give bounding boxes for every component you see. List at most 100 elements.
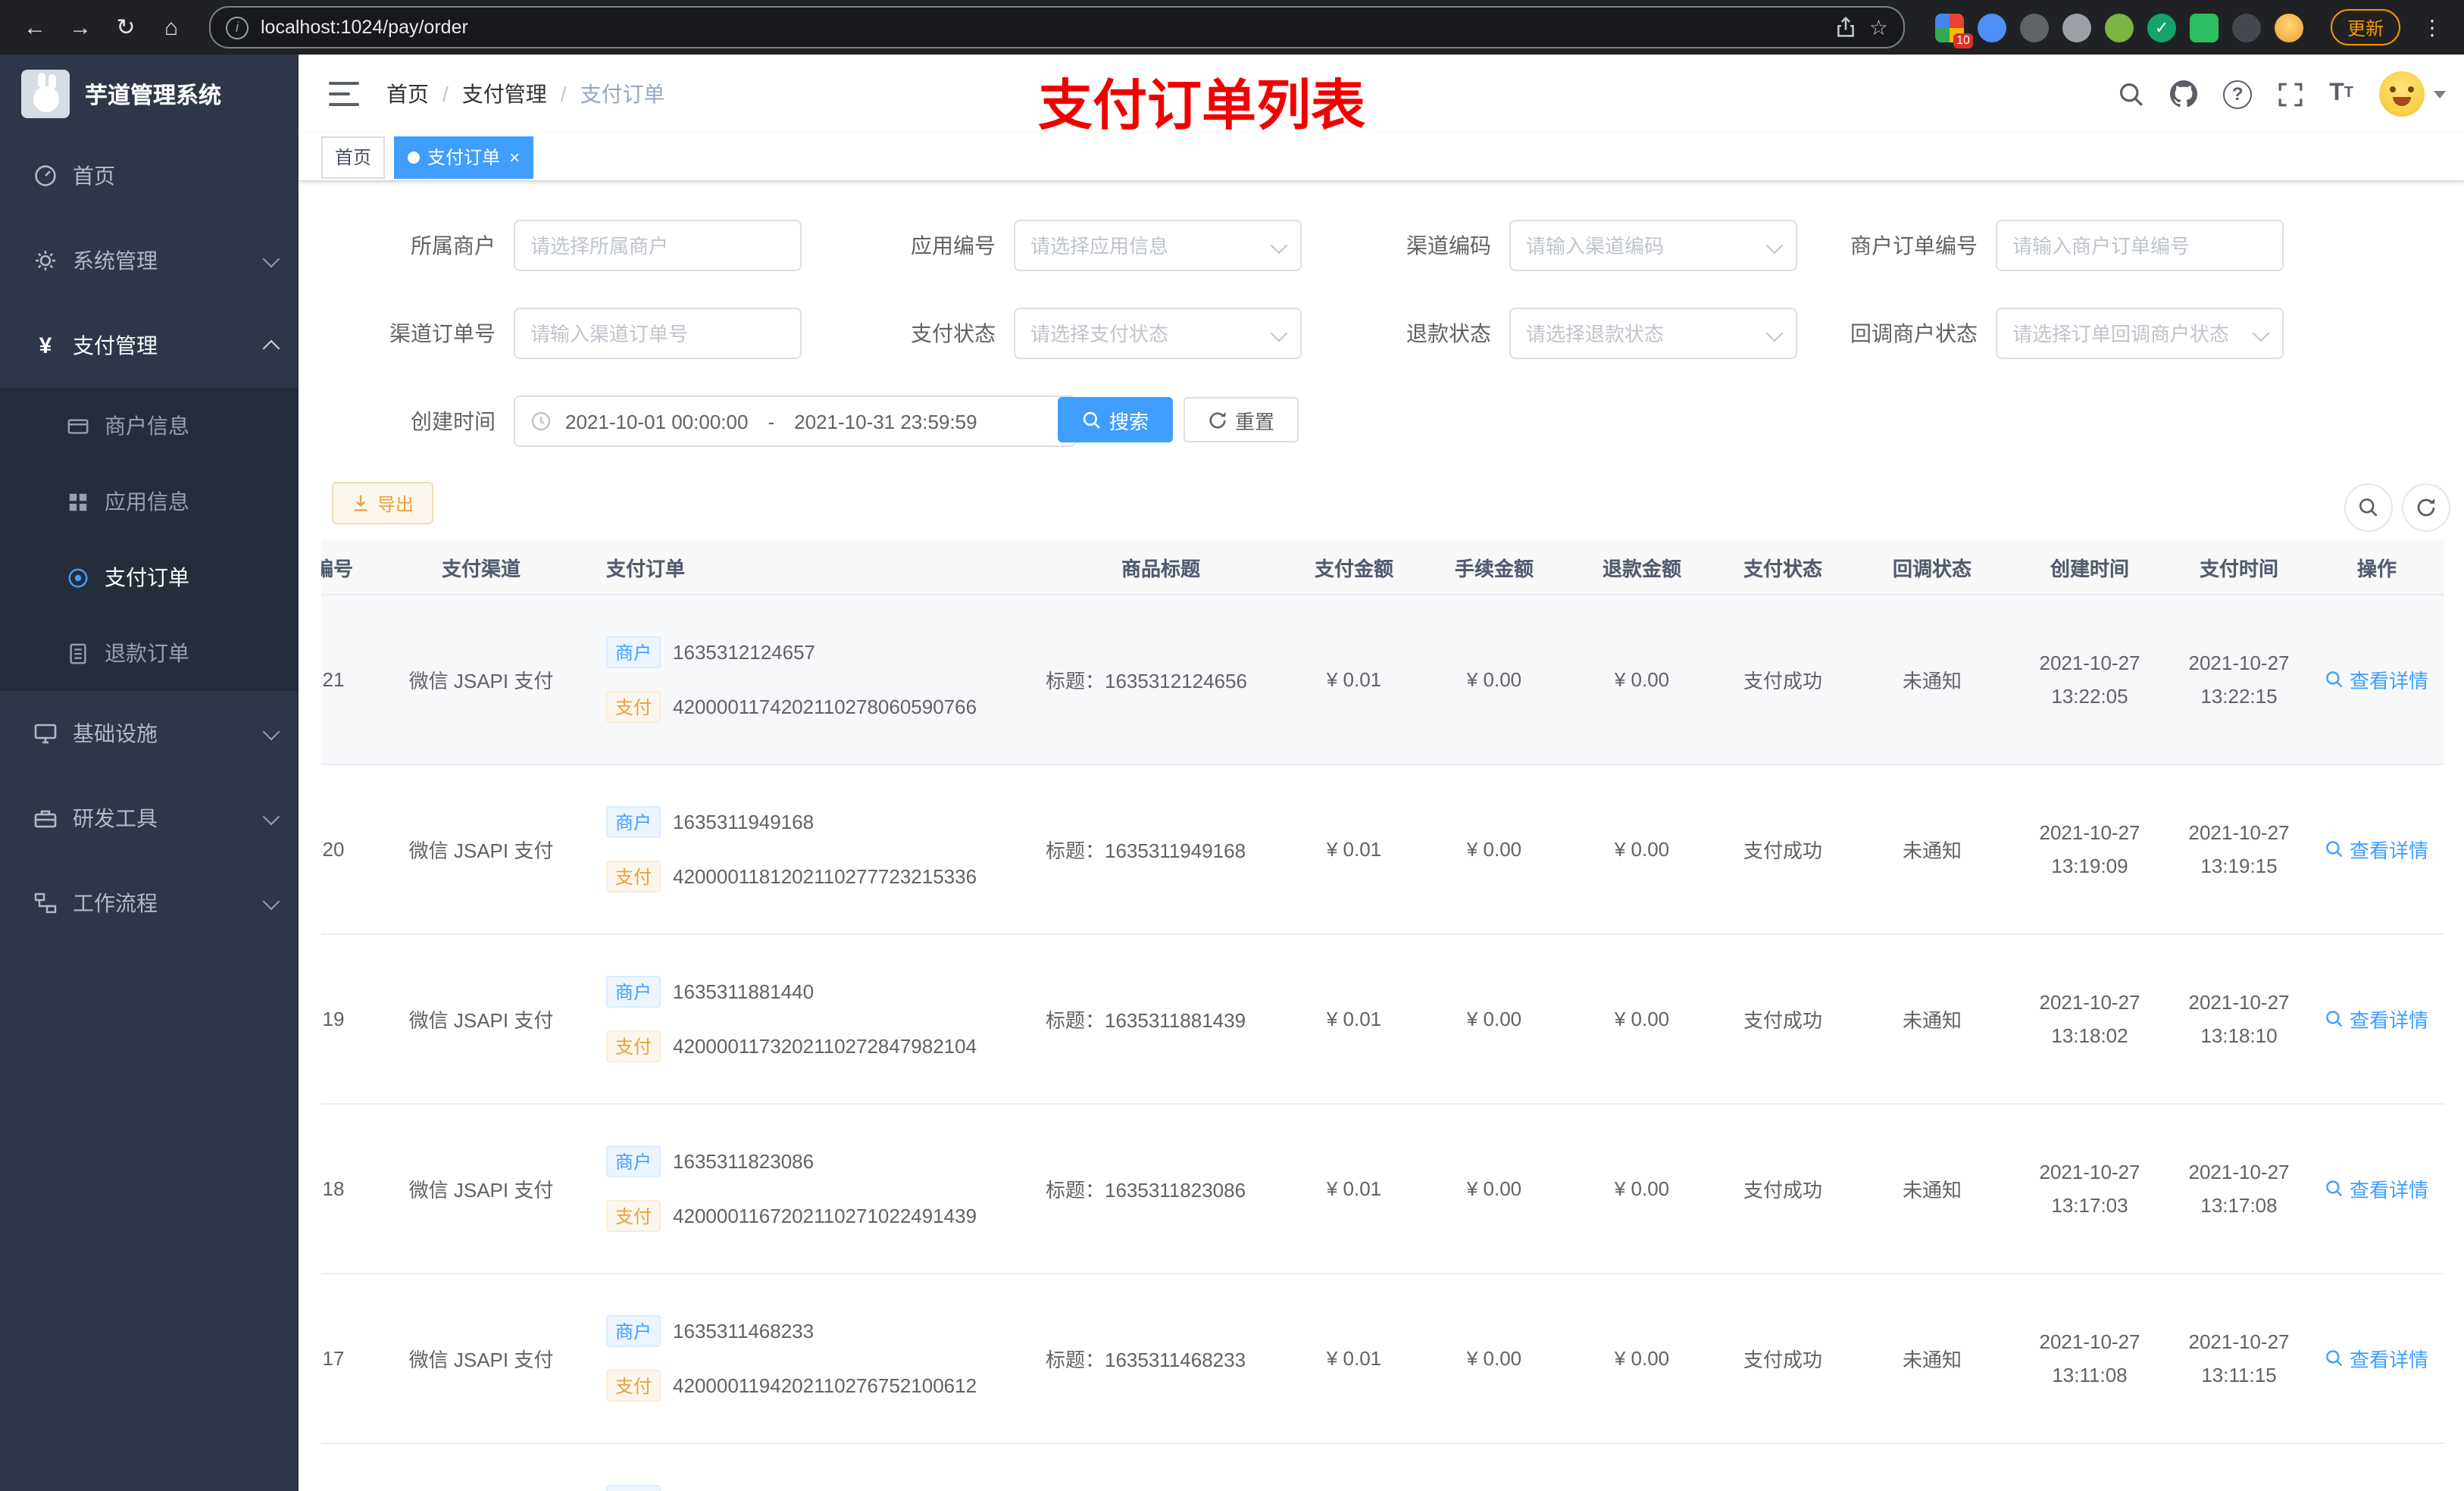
refund-status-select[interactable] <box>1509 308 1797 359</box>
toggle-search-button[interactable] <box>2344 483 2393 532</box>
sidebar-item-refund-order[interactable]: 退款订单 <box>0 615 299 691</box>
sidebar-item-devtools[interactable]: 研发工具 <box>0 776 299 861</box>
merchant-select[interactable] <box>514 220 802 271</box>
reset-button[interactable]: 重置 <box>1184 397 1299 442</box>
sidebar-item-workflow[interactable]: 工作流程 <box>0 861 299 946</box>
merchant-order-field[interactable] <box>1996 220 2284 271</box>
font-size-icon[interactable]: TT <box>2329 81 2353 106</box>
create-time-label: 创建时间 <box>411 409 496 433</box>
sidebar: 芋道管理系统 首页 系统管理 ¥ 支付管理 商户信息 应用信息 支付订单 退款订… <box>0 55 299 1491</box>
merchant-input[interactable] <box>515 234 800 257</box>
share-icon[interactable] <box>1836 17 1857 38</box>
cell-pay-amount: ¥ 0.01 <box>1291 934 1417 1105</box>
view-detail-link[interactable]: 查看详情 <box>2325 1174 2428 1203</box>
browser-update-button[interactable]: 更新 <box>2330 9 2400 45</box>
refund-status-label: 退款状态 <box>1406 321 1491 345</box>
search-button[interactable]: 搜索 <box>1058 397 1174 442</box>
bookmark-star-icon[interactable]: ☆ <box>1869 14 1888 40</box>
monitor-icon <box>33 721 58 746</box>
channel-code-input[interactable] <box>1511 234 1796 257</box>
browser-forward-button[interactable]: → <box>61 8 100 47</box>
address-bar[interactable]: i localhost:1024/pay/order ☆ <box>209 6 1905 48</box>
user-avatar[interactable] <box>2379 71 2446 117</box>
breadcrumb: 首页 / 支付管理 / 支付订单 <box>386 79 665 109</box>
col-refund-amount: 退款金额 <box>1571 539 1712 595</box>
merchant-order-input[interactable] <box>1997 234 2282 257</box>
col-create-time: 创建时间 <box>2011 539 2169 595</box>
app-input[interactable] <box>1015 234 1300 257</box>
sidebar-item-pay-order[interactable]: 支付订单 <box>0 539 299 615</box>
pay-status-input[interactable] <box>1015 322 1300 345</box>
breadcrumb-section[interactable]: 支付管理 <box>462 79 547 109</box>
notify-status-input[interactable] <box>1997 322 2282 345</box>
cell-fee-amount: ¥ 0.00 <box>1417 764 1571 935</box>
tab-home[interactable]: 首页 <box>321 136 386 178</box>
export-button[interactable]: 导出 <box>332 482 434 524</box>
breadcrumb-home[interactable]: 首页 <box>386 79 429 109</box>
extension-icon-chat[interactable] <box>2189 13 2219 42</box>
tab-pay-order[interactable]: 支付订单 × <box>394 136 534 178</box>
extension-icon-dark[interactable] <box>2019 13 2049 42</box>
cell-create-time: 2021-10-27 13:18:02 <box>2011 934 2169 1105</box>
cell-pay-amount: ¥ 0.01 <box>1291 1104 1417 1274</box>
channel-code-label: 渠道编码 <box>1406 233 1491 258</box>
cell-pay-status: 支付成功 <box>1712 1104 1853 1274</box>
cell-pay-amount: ¥ 0.01 <box>1291 1274 1417 1444</box>
view-detail-link[interactable]: 查看详情 <box>2325 665 2428 694</box>
close-icon[interactable]: × <box>509 148 520 166</box>
browser-reload-button[interactable]: ↻ <box>106 8 145 47</box>
sidebar-item-home[interactable]: 首页 <box>0 133 299 218</box>
browser-home-button[interactable]: ⌂ <box>152 8 191 47</box>
pay-badge: 支付 <box>606 861 661 892</box>
refresh-button[interactable] <box>2402 483 2450 532</box>
browser-back-button[interactable]: ← <box>15 8 55 47</box>
date-range-picker[interactable]: 2021-10-01 00:00:00 - 2021-10-31 23:59:5… <box>514 395 1076 447</box>
document-icon <box>67 642 89 664</box>
cell-order: 商户 1635312124657 支付 4200001174202110278060… <box>583 595 1030 765</box>
cell-refund-amount: ¥ 0.00 <box>1571 1104 1712 1274</box>
url-text: localhost:1024/pay/order <box>261 17 468 38</box>
sidebar-item-payment[interactable]: ¥ 支付管理 <box>0 303 299 388</box>
channel-code-select[interactable] <box>1509 220 1797 271</box>
cell-refund-amount <box>1571 1443 1712 1491</box>
notify-status-select[interactable] <box>1996 308 2284 359</box>
cell-pay-status <box>1712 1443 1853 1491</box>
fullscreen-icon[interactable] <box>2278 81 2303 107</box>
sidebar-item-infra[interactable]: 基础设施 <box>0 691 299 776</box>
cell-order: 商户 1635311823086 支付 4200001167202110271022… <box>583 1104 1030 1274</box>
logo-image <box>21 70 70 118</box>
cell-pay-amount: ¥ 0.01 <box>1291 595 1417 765</box>
extension-icon-face[interactable] <box>2274 13 2303 42</box>
merchant-order-no: 1635311881440 <box>673 980 815 1003</box>
extension-icon-green[interactable] <box>2104 13 2134 42</box>
hamburger-icon[interactable] <box>329 82 359 106</box>
app-select[interactable] <box>1014 220 1302 271</box>
view-detail-link[interactable]: 查看详情 <box>2325 1344 2428 1373</box>
extension-icon-grid[interactable]: 10 <box>1934 13 1973 48</box>
sidebar-item-system[interactable]: 系统管理 <box>0 218 299 303</box>
github-icon[interactable] <box>2170 80 2198 108</box>
merchant-label: 所属商户 <box>411 233 496 258</box>
cell-refund-amount: ¥ 0.00 <box>1571 764 1712 935</box>
page-info-icon[interactable]: i <box>226 16 249 39</box>
bullseye-icon <box>67 566 89 589</box>
pay-status-select[interactable] <box>1014 308 1302 359</box>
cell-notify-status: 未通知 <box>1853 1104 2011 1274</box>
extension-icon-gray[interactable] <box>2062 13 2091 42</box>
sidebar-item-app-info[interactable]: 应用信息 <box>0 464 299 539</box>
cell-pay-time: 2021-10-27 13:19:15 <box>2169 764 2309 935</box>
extension-icon-check[interactable]: ✓ <box>2147 13 2176 42</box>
view-detail-link[interactable]: 查看详情 <box>2325 835 2428 864</box>
help-icon[interactable]: ? <box>2223 80 2253 108</box>
extension-icon-drop[interactable] <box>1977 13 2006 42</box>
view-detail-link[interactable]: 查看详情 <box>2325 1005 2428 1033</box>
extension-icon-pin[interactable] <box>2231 13 2261 42</box>
channel-order-input[interactable] <box>515 322 800 345</box>
channel-order-field[interactable] <box>514 308 802 359</box>
browser-menu-icon[interactable]: ⋮ <box>2416 14 2449 40</box>
sidebar-item-merchant-info[interactable]: 商户信息 <box>0 388 299 464</box>
refund-status-input[interactable] <box>1511 322 1796 345</box>
col-notify-status: 回调状态 <box>1853 539 2011 595</box>
search-icon[interactable] <box>2118 81 2144 107</box>
breadcrumb-current: 支付订单 <box>580 82 665 106</box>
